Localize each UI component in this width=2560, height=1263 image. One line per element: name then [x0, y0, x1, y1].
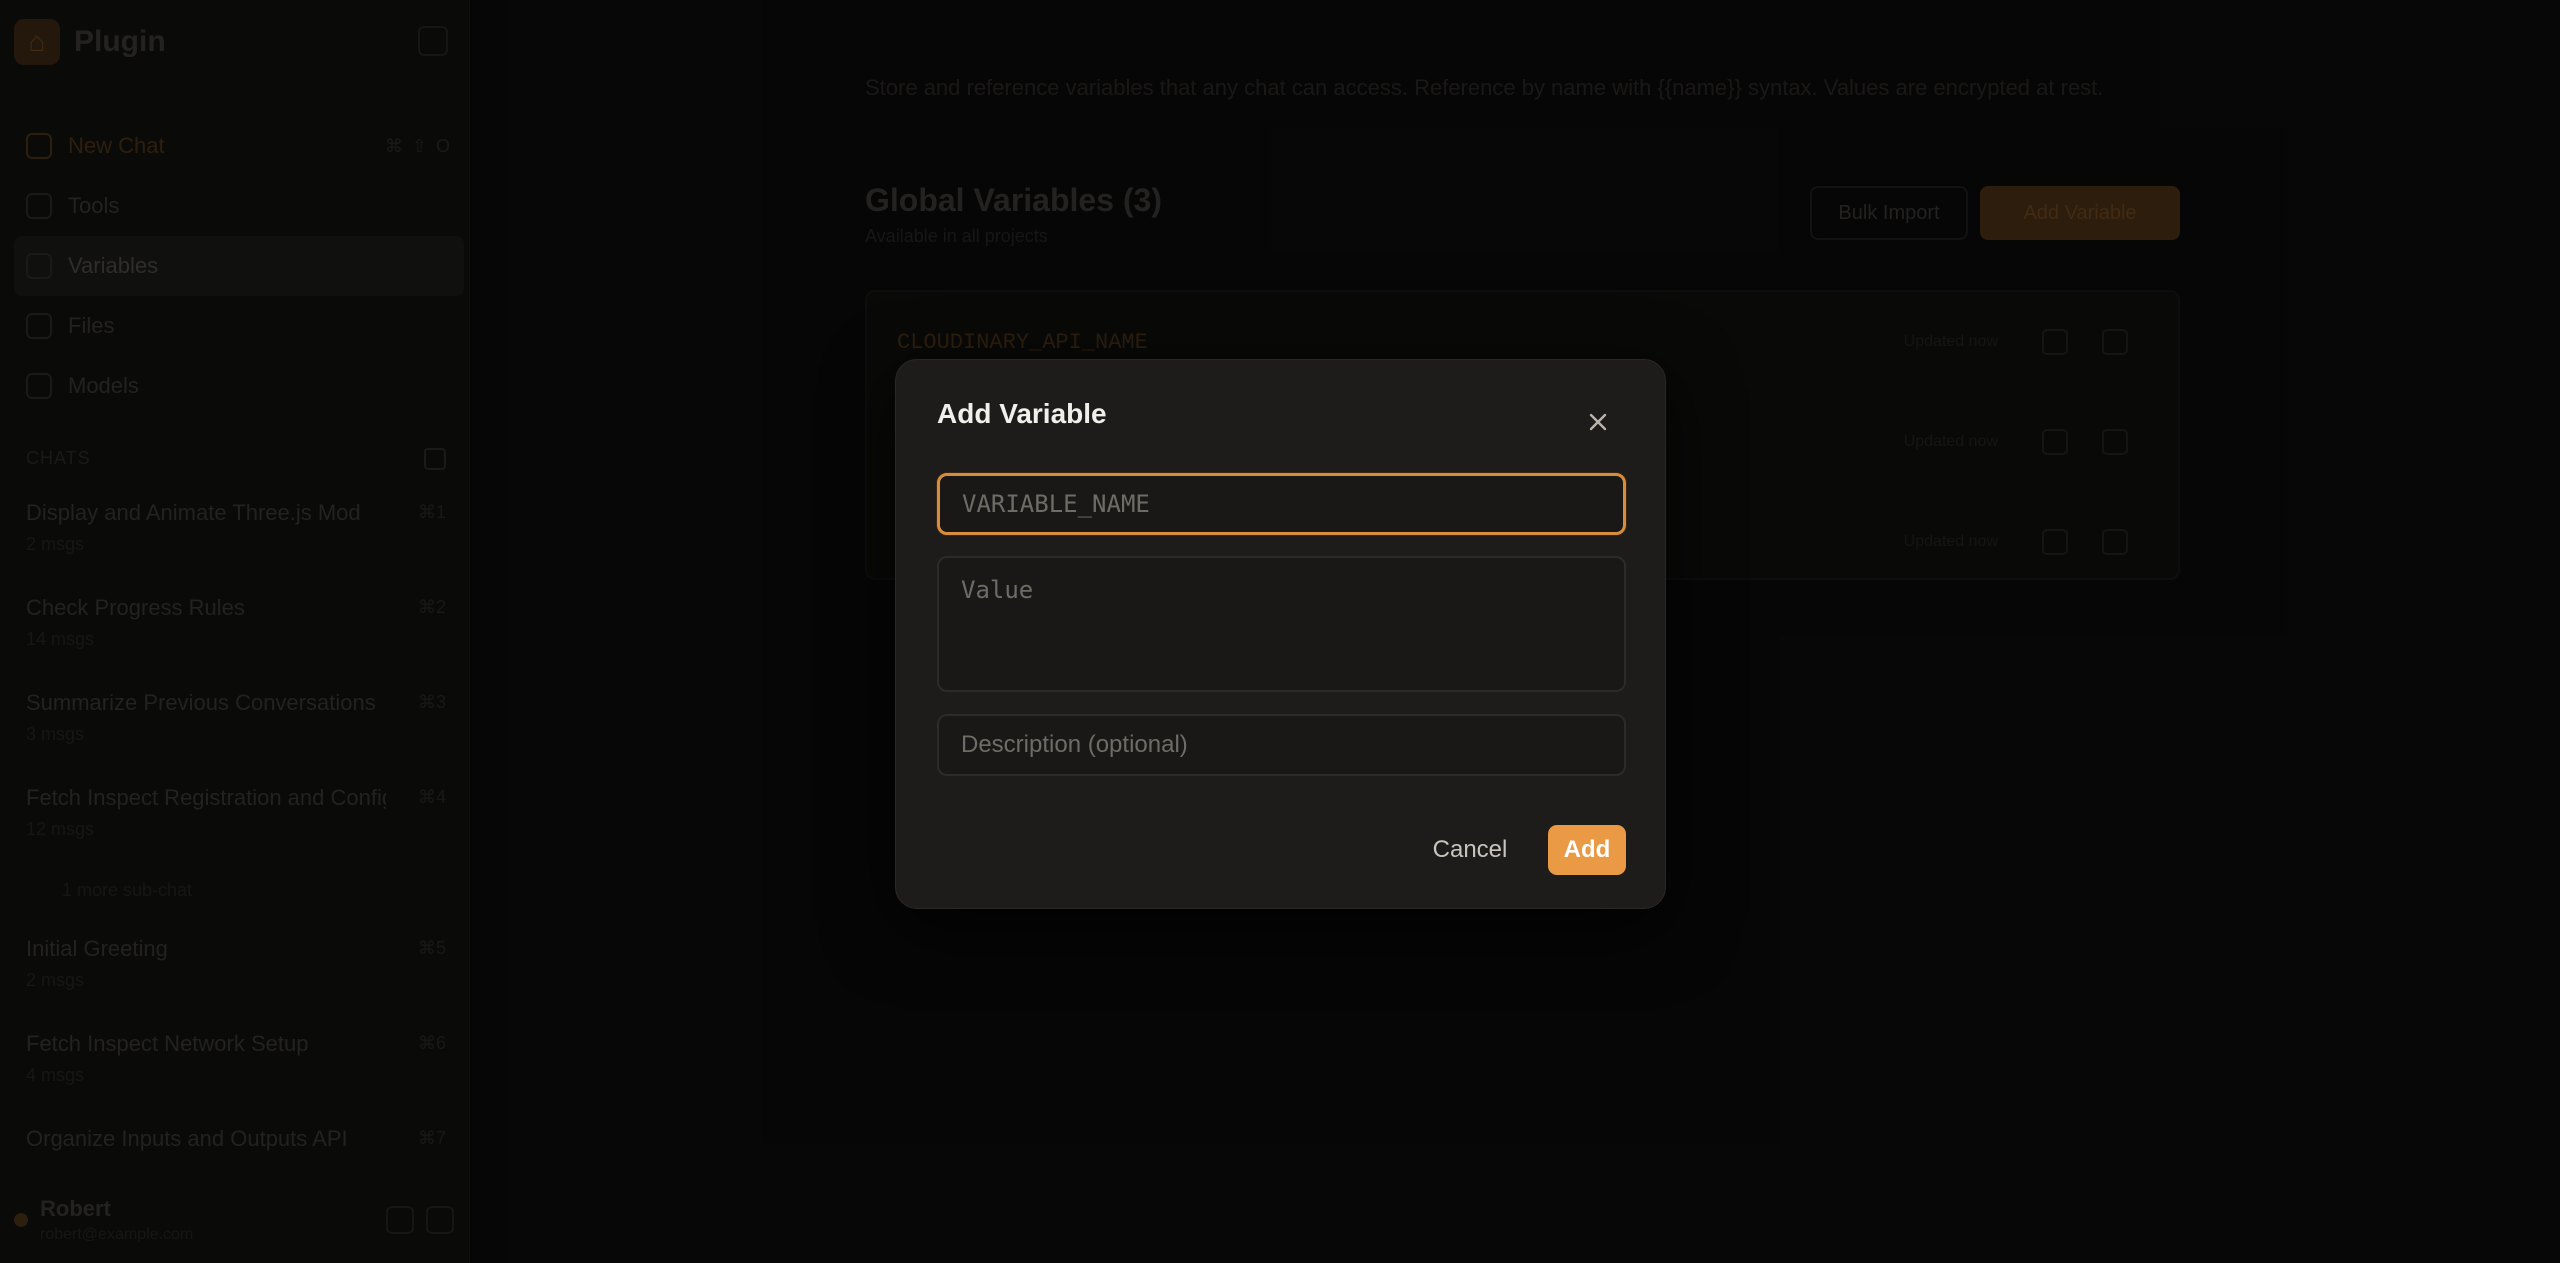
add-variable-dialog: Add Variable Cancel Add — [895, 359, 1666, 909]
app-root: ⌂ Plugin New Chat ⌘ ⇧ O Tools Variables … — [0, 0, 2560, 1263]
variable-description-input[interactable] — [937, 714, 1626, 776]
close-button[interactable] — [1586, 410, 1610, 434]
variable-value-input[interactable] — [937, 556, 1626, 692]
variable-name-input[interactable] — [937, 473, 1626, 535]
cancel-button[interactable]: Cancel — [1420, 825, 1520, 875]
dialog-title: Add Variable — [937, 398, 1107, 429]
close-icon — [1589, 413, 1607, 431]
add-button[interactable]: Add — [1548, 825, 1626, 875]
